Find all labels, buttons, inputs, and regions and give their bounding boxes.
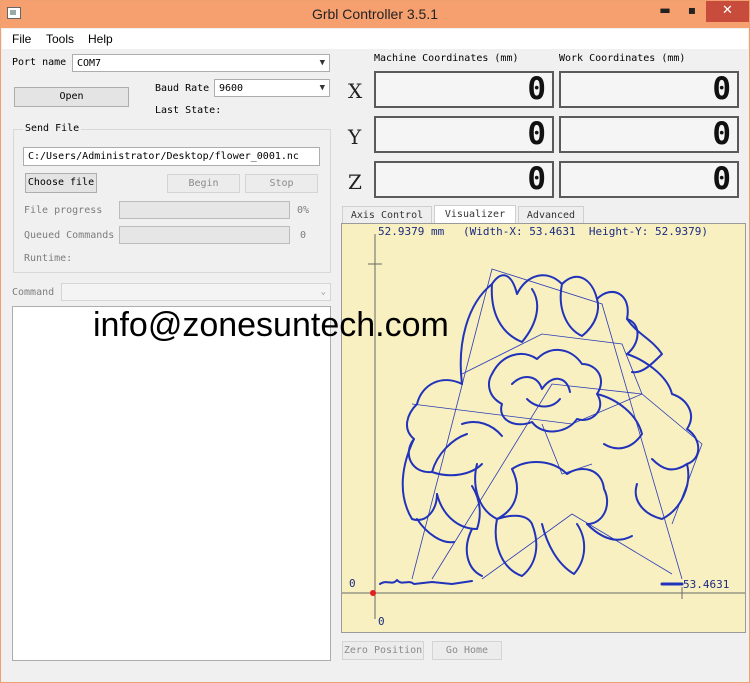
queued-commands-value: 0 — [300, 230, 307, 241]
cut-path — [511, 376, 571, 393]
visualizer-right-value: 53.4631 — [683, 578, 730, 591]
machine-y-display: 0 — [374, 116, 554, 153]
work-y-display: 0 — [559, 116, 739, 153]
zero-position-button[interactable]: Zero Position — [342, 641, 424, 660]
minimize-button[interactable]: ▬ — [652, 1, 678, 22]
cut-path — [461, 421, 503, 437]
work-x-display: 0 — [559, 71, 739, 108]
cut-path — [596, 393, 643, 450]
cut-path — [465, 528, 483, 577]
command-label: Command — [12, 287, 55, 298]
tab-visualizer[interactable]: Visualizer — [434, 205, 516, 225]
stop-button[interactable]: Stop — [245, 174, 318, 193]
cut-path — [490, 283, 539, 343]
axis-z-label: Z — [348, 170, 362, 194]
machine-x-value: 0 — [527, 71, 546, 107]
port-name-label: Port name — [12, 57, 67, 68]
cut-path — [379, 579, 473, 585]
work-y-value: 0 — [712, 116, 731, 152]
last-state-label: Last State: — [155, 105, 222, 116]
cut-path — [586, 523, 633, 541]
app-window: Grbl Controller 3.5.1 ▬ ▪ ✕ File Tools H… — [0, 0, 750, 683]
cut-path — [474, 463, 518, 520]
port-select[interactable]: COM7 ▼ — [72, 54, 330, 72]
chevron-down-icon: ▼ — [319, 83, 325, 93]
chevron-down-icon: ▼ — [319, 58, 325, 68]
cut-path — [401, 438, 438, 521]
cut-path — [626, 318, 663, 374]
visualizer-canvas[interactable]: 52.9379 mm (Width-X: 53.4631 Height-Y: 5… — [341, 223, 746, 633]
machine-y-value: 0 — [527, 116, 546, 152]
work-x-value: 0 — [712, 71, 731, 107]
command-input[interactable]: ⌄ — [61, 283, 331, 301]
cut-path — [459, 274, 639, 385]
cut-path — [436, 485, 481, 530]
cut-path — [488, 349, 602, 433]
queued-commands-bar — [119, 226, 290, 244]
visualizer-top-value: 52.9379 mm — [378, 225, 445, 238]
axis-y-label: Y — [348, 125, 362, 149]
runtime-label: Runtime: — [24, 253, 73, 264]
travel-moves — [411, 268, 703, 580]
axis-x-label: X — [348, 79, 363, 103]
machine-z-display: 0 — [374, 161, 554, 198]
menu-file[interactable]: File — [12, 32, 31, 46]
choose-file-button[interactable]: Choose file — [25, 173, 97, 193]
menu-help[interactable]: Help — [88, 32, 113, 46]
chevron-down-icon: ⌄ — [320, 287, 326, 297]
visualizer-plot — [342, 234, 745, 619]
console-output[interactable] — [12, 306, 331, 661]
close-button[interactable]: ✕ — [706, 1, 749, 22]
visualizer-origin-y-label: 0 — [349, 577, 356, 590]
title-bar[interactable]: Grbl Controller 3.5.1 ▬ ▪ ✕ — [1, 1, 749, 28]
send-file-label: Send File — [23, 123, 82, 134]
file-progress-label: File progress — [24, 205, 103, 216]
work-coordinates-header: Work Coordinates (mm) — [559, 53, 686, 64]
cut-path — [406, 379, 468, 474]
visualizer-origin-x-label: 0 — [378, 615, 385, 628]
maximize-button[interactable]: ▪ — [679, 1, 705, 22]
baud-rate-select[interactable]: 9600 ▼ — [214, 79, 330, 97]
begin-button[interactable]: Begin — [167, 174, 240, 193]
cut-path — [559, 283, 600, 337]
watermark-text: info@zonesuntech.com — [93, 306, 449, 344]
work-z-value: 0 — [712, 161, 731, 197]
machine-x-display: 0 — [374, 71, 554, 108]
baud-rate-label: Baud Rate — [155, 83, 210, 94]
file-progress-value: 0% — [297, 205, 310, 216]
window-title: Grbl Controller 3.5.1 — [311, 6, 439, 22]
file-progress-bar — [119, 201, 290, 219]
port-value: COM7 — [77, 58, 102, 69]
menu-tools[interactable]: Tools — [46, 32, 74, 46]
menu-bar: File Tools Help — [2, 29, 748, 49]
cut-path — [494, 514, 538, 577]
go-home-button[interactable]: Go Home — [432, 641, 502, 660]
baud-rate-value: 9600 — [219, 83, 244, 94]
tab-advanced[interactable]: Advanced — [518, 206, 584, 224]
machine-coordinates-header: Machine Coordinates (mm) — [374, 53, 519, 64]
work-z-display: 0 — [559, 161, 739, 198]
file-path-value: C:/Users/Administrator/Desktop/flower_00… — [28, 151, 299, 162]
cut-path — [511, 461, 609, 525]
visualizer-dimensions: (Width-X: 53.4631 Height-Y: 52.9379) — [463, 225, 709, 238]
cut-path — [526, 398, 561, 408]
machine-z-value: 0 — [527, 161, 546, 197]
origin-marker — [370, 590, 376, 596]
file-path-field[interactable]: C:/Users/Administrator/Desktop/flower_00… — [23, 147, 320, 166]
tab-axis-control[interactable]: Axis Control — [342, 206, 432, 224]
travel-path — [431, 383, 703, 580]
queued-commands-label: Queued Commands — [24, 230, 115, 241]
open-button[interactable]: Open — [14, 87, 129, 107]
